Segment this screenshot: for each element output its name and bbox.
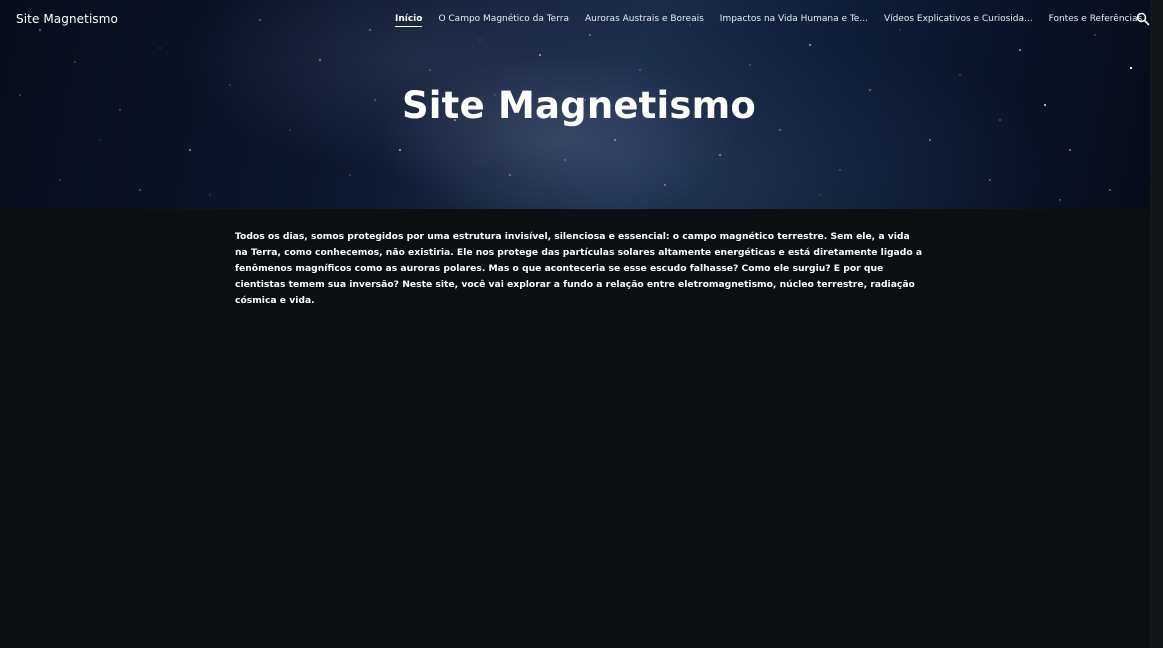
site-name-link[interactable]: Site Magnetismo — [16, 12, 118, 26]
main-nav: Início O Campo Magnético da Terra Aurora… — [395, 14, 1150, 27]
scrollbar-track[interactable] — [1150, 0, 1163, 648]
nav-item-fontes[interactable]: Fontes e Referências — [1049, 14, 1143, 24]
nav-item-videos[interactable]: Vídeos Explicativos e Curiosida... — [884, 14, 1033, 24]
nav-item-impactos[interactable]: Impactos na Vida Humana e Te... — [720, 14, 868, 24]
top-navigation-bar: Site Magnetismo Início O Campo Magnético… — [0, 0, 1150, 40]
intro-paragraph: Todos os dias, somos protegidos por uma … — [235, 231, 923, 306]
nav-item-inicio[interactable]: Início — [395, 14, 423, 27]
hero-title: Site Magnetismo — [401, 84, 757, 127]
nav-item-auroras[interactable]: Auroras Austrais e Boreais — [585, 14, 704, 24]
nav-item-campo-magnetico[interactable]: O Campo Magnético da Terra — [438, 14, 569, 24]
page: Site Magnetismo Início O Campo Magnético… — [0, 0, 1163, 648]
search-icon — [1136, 12, 1150, 26]
search-button[interactable] — [1136, 11, 1150, 27]
hero-banner: Site Magnetismo Início O Campo Magnético… — [0, 0, 1150, 209]
